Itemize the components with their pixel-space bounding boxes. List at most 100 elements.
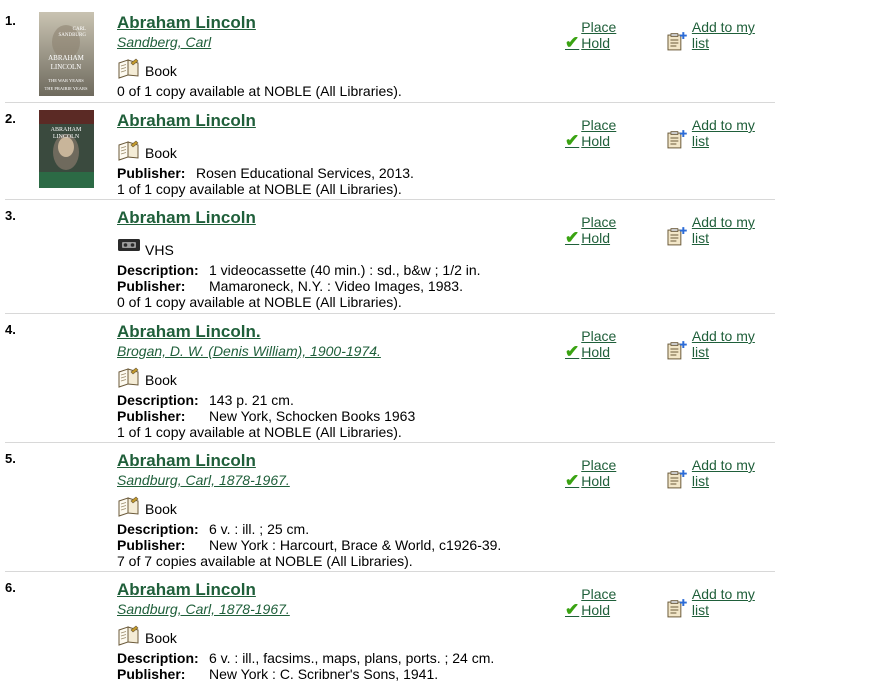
format-line: Book [117,495,775,517]
description-value: 1 videocassette (40 min.) : sd., b&w ; 1… [209,262,481,278]
result-number: 5. [5,451,16,466]
description-value: 6 v. : ill., facsims., maps, plans, port… [209,650,495,666]
result-number: 1. [5,13,16,28]
description-label: Description: [117,262,199,278]
book-icon [117,139,141,161]
description-label: Description: [117,650,199,666]
availability-text: 1 of 1 copy available at NOBLE (All Libr… [117,424,402,440]
add-to-list-link[interactable]: Add to my list [666,586,775,618]
format-label: Book [145,145,177,161]
vhs-icon [117,238,141,252]
description-value: 143 p. 21 cm. [209,392,294,408]
results-list: 1. CARL SANDBURG ABRAHAM LINCOLN THE WAR… [5,5,775,682]
result-row: 4. Abraham Lincoln. Brogan, D. W. (Denis… [5,314,775,443]
checkmark-icon: ✔ [565,228,580,247]
result-actions: ✔ Place Hold Add to my list [565,214,775,246]
result-actions: ✔ Place Hold Add to my list [565,586,775,618]
availability-text: 0 of 1 copy available at NOBLE (All Libr… [117,294,402,310]
add-to-list-icon [666,31,688,51]
publisher-line: Publisher: Mamaroneck, N.Y. : Video Image… [117,278,775,294]
description-label: Description: [117,392,199,408]
publisher-value: New York : Harcourt, Brace & World, c192… [209,537,502,553]
svg-text:LINCOLN: LINCOLN [53,134,80,140]
format-label: VHS [145,242,174,258]
description-line: Description: 1 videocassette (40 min.) : … [117,262,775,278]
result-actions: ✔ Place Hold Add to my list [565,19,775,51]
svg-text:ABRAHAM: ABRAHAM [51,127,82,133]
book-icon [117,57,141,79]
add-to-list-link[interactable]: Add to my list [666,19,775,51]
place-hold-link[interactable]: ✔ Place Hold [565,214,648,246]
publisher-value: Rosen Educational Services, 2013. [196,165,414,181]
result-actions: ✔ Place Hold Add to my list [565,328,775,360]
format-line: Book [117,624,775,646]
result-row: 1. CARL SANDBURG ABRAHAM LINCOLN THE WAR… [5,5,775,103]
description-line: Description: 6 v. : ill., facsims., maps,… [117,650,775,666]
publisher-line: Publisher: New York : Harcourt, Brace & W… [117,537,775,553]
publisher-label: Publisher: [117,408,186,424]
publisher-value: Mamaroneck, N.Y. : Video Images, 1983. [209,278,463,294]
book-cover[interactable]: CARL SANDBURG ABRAHAM LINCOLN THE WAR YE… [39,12,94,96]
format-line: Book [117,57,775,79]
place-hold-link[interactable]: ✔ Place Hold [565,457,648,489]
description-line: Description: 6 v. : ill. ; 25 cm. [117,521,775,537]
publisher-line: Publisher: New York : C. Scribner's Sons,… [117,666,775,682]
svg-text:THE PRAIRIE YEARS: THE PRAIRIE YEARS [44,86,88,91]
format-label: Book [145,630,177,646]
availability-text: 0 of 1 copy available at NOBLE (All Libr… [117,83,402,99]
checkmark-icon: ✔ [565,131,580,150]
format-label: Book [145,372,177,388]
add-to-list-link[interactable]: Add to my list [666,328,775,360]
description-line: Description: 143 p. 21 cm. [117,392,775,408]
publisher-value: New York, Schocken Books 1963 [209,408,416,424]
place-hold-link[interactable]: ✔ Place Hold [565,328,648,360]
book-icon [117,495,141,517]
result-row: 2. ABRAHAM LINCOLN Abraham Lincoln Book … [5,103,775,200]
result-row: 3. Abraham Lincoln VHS Description: 1 vid… [5,200,775,314]
format-label: Book [145,501,177,517]
publisher-line: Publisher: New York, Schocken Books 1963 [117,408,775,424]
publisher-label: Publisher: [117,666,186,682]
add-to-list-link[interactable]: Add to my list [666,214,775,246]
format-line: Book [117,366,775,388]
format-label: Book [145,63,177,79]
add-to-list-icon [666,226,688,246]
description-value: 6 v. : ill. ; 25 cm. [209,521,310,537]
svg-text:ABRAHAM: ABRAHAM [48,54,85,62]
add-to-list-icon [666,469,688,489]
result-number: 2. [5,111,16,126]
add-to-list-icon [666,598,688,618]
publisher-label: Publisher: [117,165,186,181]
svg-text:CARL: CARL [73,27,86,32]
checkmark-icon: ✔ [565,33,580,52]
availability-text: 7 of 7 copies available at NOBLE (All Li… [117,553,413,569]
checkmark-icon: ✔ [565,600,580,619]
result-number: 3. [5,208,16,223]
result-number: 4. [5,322,16,337]
add-to-list-link[interactable]: Add to my list [666,117,775,149]
svg-text:SANDBURG: SANDBURG [58,33,86,38]
book-icon [117,624,141,646]
svg-text:THE WAR YEARS: THE WAR YEARS [48,78,84,83]
publisher-label: Publisher: [117,537,186,553]
publisher-label: Publisher: [117,278,186,294]
add-to-list-icon [666,340,688,360]
description-label: Description: [117,521,199,537]
place-hold-link[interactable]: ✔ Place Hold [565,19,648,51]
result-row: 6. Abraham Lincoln Sandburg, Carl, 1878-… [5,572,775,682]
svg-text:LINCOLN: LINCOLN [51,63,82,71]
result-row: 5. Abraham Lincoln Sandburg, Carl, 1878-… [5,443,775,572]
result-actions: ✔ Place Hold Add to my list [565,117,775,149]
book-icon [117,366,141,388]
add-to-list-link[interactable]: Add to my list [666,457,775,489]
checkmark-icon: ✔ [565,342,580,361]
result-number: 6. [5,580,16,595]
place-hold-link[interactable]: ✔ Place Hold [565,586,648,618]
book-cover[interactable]: ABRAHAM LINCOLN [39,110,94,188]
checkmark-icon: ✔ [565,471,580,490]
place-hold-link[interactable]: ✔ Place Hold [565,117,648,149]
availability-text: 1 of 1 copy available at NOBLE (All Libr… [117,181,402,197]
result-actions: ✔ Place Hold Add to my list [565,457,775,489]
publisher-line: Publisher: Rosen Educational Services, 20… [117,165,775,181]
publisher-value: New York : C. Scribner's Sons, 1941. [209,666,439,682]
